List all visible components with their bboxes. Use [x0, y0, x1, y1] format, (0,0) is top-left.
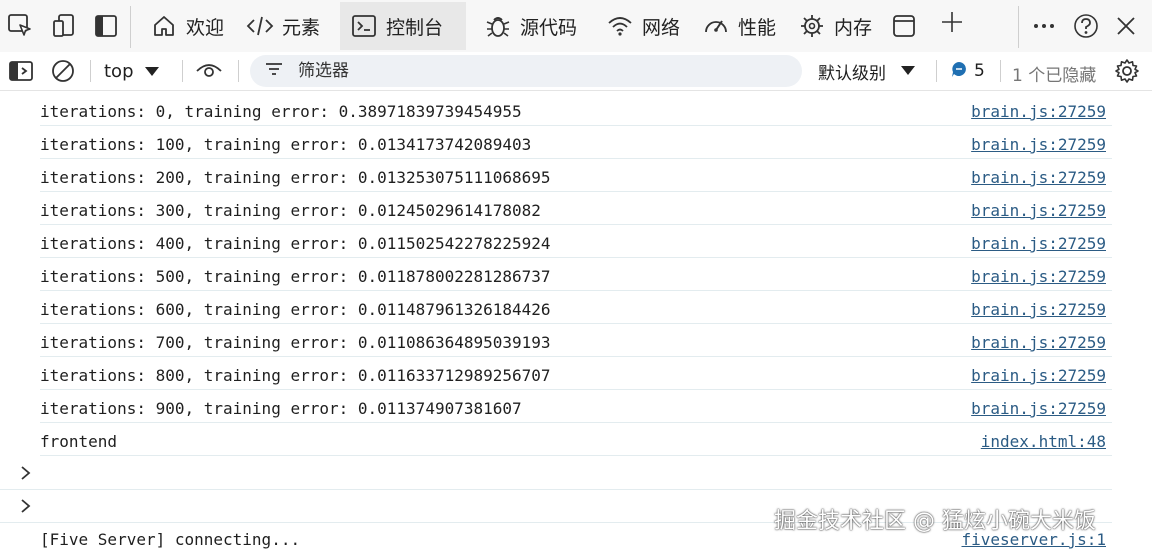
console-output: iterations: 0, training error: 0.3897183…: [0, 91, 1152, 549]
log-message: iterations: 800, training error: 0.01163…: [40, 366, 551, 385]
add-tab-icon[interactable]: [936, 6, 968, 38]
source-link[interactable]: brain.js:27259: [971, 227, 1106, 260]
chevron-down-icon: [900, 61, 916, 81]
code-tag-icon: [246, 12, 274, 40]
gauge-icon: [702, 12, 730, 40]
tab-network[interactable]: 网络: [596, 2, 690, 50]
message-icon: [950, 60, 968, 83]
hidden-count: 1 个已隐藏: [1012, 66, 1097, 86]
tab-performance[interactable]: 性能: [692, 2, 786, 50]
log-row: iterations: 900, training error: 0.01137…: [40, 390, 1112, 423]
source-link[interactable]: brain.js:27259: [971, 392, 1106, 425]
source-link[interactable]: brain.js:27259: [971, 161, 1106, 194]
source-link[interactable]: brain.js:27259: [971, 260, 1106, 293]
tab-memory[interactable]: 内存: [788, 2, 882, 50]
clear-console-icon[interactable]: [48, 56, 78, 86]
divider: [1018, 6, 1019, 48]
log-row: iterations: 500, training error: 0.01187…: [40, 258, 1112, 291]
log-row: frontend index.html:48: [40, 423, 1112, 456]
home-icon: [150, 12, 178, 40]
tab-label: 控制台: [386, 16, 444, 39]
log-row: iterations: 200, training error: 0.01325…: [40, 159, 1112, 192]
source-link[interactable]: brain.js:27259: [971, 95, 1106, 128]
tab-label: 网络: [642, 16, 681, 39]
source-link[interactable]: index.html:48: [981, 425, 1106, 458]
divider: [238, 60, 239, 82]
log-level-value: 默认级别: [818, 63, 886, 84]
source-link[interactable]: brain.js:27259: [971, 293, 1106, 326]
log-message: iterations: 500, training error: 0.01187…: [40, 267, 551, 286]
tab-label: 性能: [738, 16, 777, 39]
log-row: iterations: 700, training error: 0.01108…: [40, 324, 1112, 357]
chevron-right-icon[interactable]: [20, 498, 32, 518]
source-link[interactable]: brain.js:27259: [971, 194, 1106, 227]
log-message: iterations: 900, training error: 0.01137…: [40, 399, 522, 418]
log-message: iterations: 0, training error: 0.3897183…: [40, 102, 522, 121]
source-link[interactable]: brain.js:27259: [971, 326, 1106, 359]
close-icon[interactable]: [1110, 10, 1142, 42]
divider: [936, 60, 937, 82]
watermark: 掘金技术社区 @ 猛炫小碗大米饭: [774, 509, 1096, 534]
log-message: frontend: [40, 432, 118, 451]
tab-label: 内存: [834, 16, 873, 39]
log-row: iterations: 100, training error: 0.01341…: [40, 126, 1112, 159]
chevron-right-icon[interactable]: [20, 465, 32, 485]
context-select[interactable]: top: [104, 58, 160, 84]
more-icon[interactable]: [1028, 10, 1060, 42]
divider: [1000, 60, 1001, 82]
bug-icon: [484, 12, 512, 40]
filter-input[interactable]: [296, 60, 760, 82]
tab-welcome[interactable]: 欢迎: [140, 2, 234, 50]
filter-icon: [264, 61, 284, 81]
eye-icon[interactable]: [194, 56, 224, 86]
devtools-tabbar: 欢迎 元素 控制台 源代码 网络 性能 内存: [0, 0, 1152, 52]
log-message: iterations: 400, training error: 0.01150…: [40, 234, 551, 253]
divider: [130, 6, 131, 48]
message-count-badge[interactable]: 5: [950, 58, 985, 84]
tab-label: 欢迎: [186, 16, 225, 39]
log-level-select[interactable]: 默认级别: [818, 58, 916, 84]
tab-console[interactable]: 控制台: [340, 2, 466, 50]
log-message: iterations: 200, training error: 0.01325…: [40, 168, 551, 187]
log-message: iterations: 300, training error: 0.01245…: [40, 201, 541, 220]
source-link[interactable]: brain.js:27259: [971, 128, 1106, 161]
inspect-element-icon[interactable]: [4, 10, 36, 42]
console-toolbar: top 默认级别 5 1 个已隐藏: [0, 52, 1152, 91]
chevron-down-icon: [144, 61, 160, 82]
divider: [90, 60, 91, 82]
tab-label: 源代码: [520, 16, 578, 39]
dock-sidebar-icon[interactable]: [90, 10, 122, 42]
panel-icon[interactable]: [888, 10, 920, 42]
divider: [182, 60, 183, 82]
context-value: top: [104, 60, 134, 82]
tab-sources[interactable]: 源代码: [474, 2, 587, 50]
message-count: 5: [974, 61, 985, 81]
console-icon: [350, 12, 378, 40]
log-row: iterations: 400, training error: 0.01150…: [40, 225, 1112, 258]
log-message: [Five Server] connecting...: [40, 530, 301, 549]
source-link[interactable]: brain.js:27259: [971, 359, 1106, 392]
help-icon[interactable]: [1070, 10, 1102, 42]
tab-label: 元素: [282, 16, 321, 39]
filter-box[interactable]: [250, 55, 802, 87]
log-row: iterations: 800, training error: 0.01163…: [40, 357, 1112, 390]
wifi-icon: [606, 12, 634, 40]
log-message: iterations: 700, training error: 0.01108…: [40, 333, 551, 352]
chip-icon: [798, 12, 826, 40]
tab-elements[interactable]: 元素: [236, 2, 330, 50]
log-row: iterations: 300, training error: 0.01245…: [40, 192, 1112, 225]
device-emulation-icon[interactable]: [48, 10, 80, 42]
show-sidebar-icon[interactable]: [6, 56, 36, 86]
collapsed-entry[interactable]: [0, 457, 1112, 490]
log-row: iterations: 600, training error: 0.01148…: [40, 291, 1112, 324]
log-message: iterations: 600, training error: 0.01148…: [40, 300, 551, 319]
log-row: iterations: 0, training error: 0.3897183…: [40, 93, 1112, 126]
gear-icon[interactable]: [1112, 56, 1142, 86]
log-message: iterations: 100, training error: 0.01341…: [40, 135, 532, 154]
